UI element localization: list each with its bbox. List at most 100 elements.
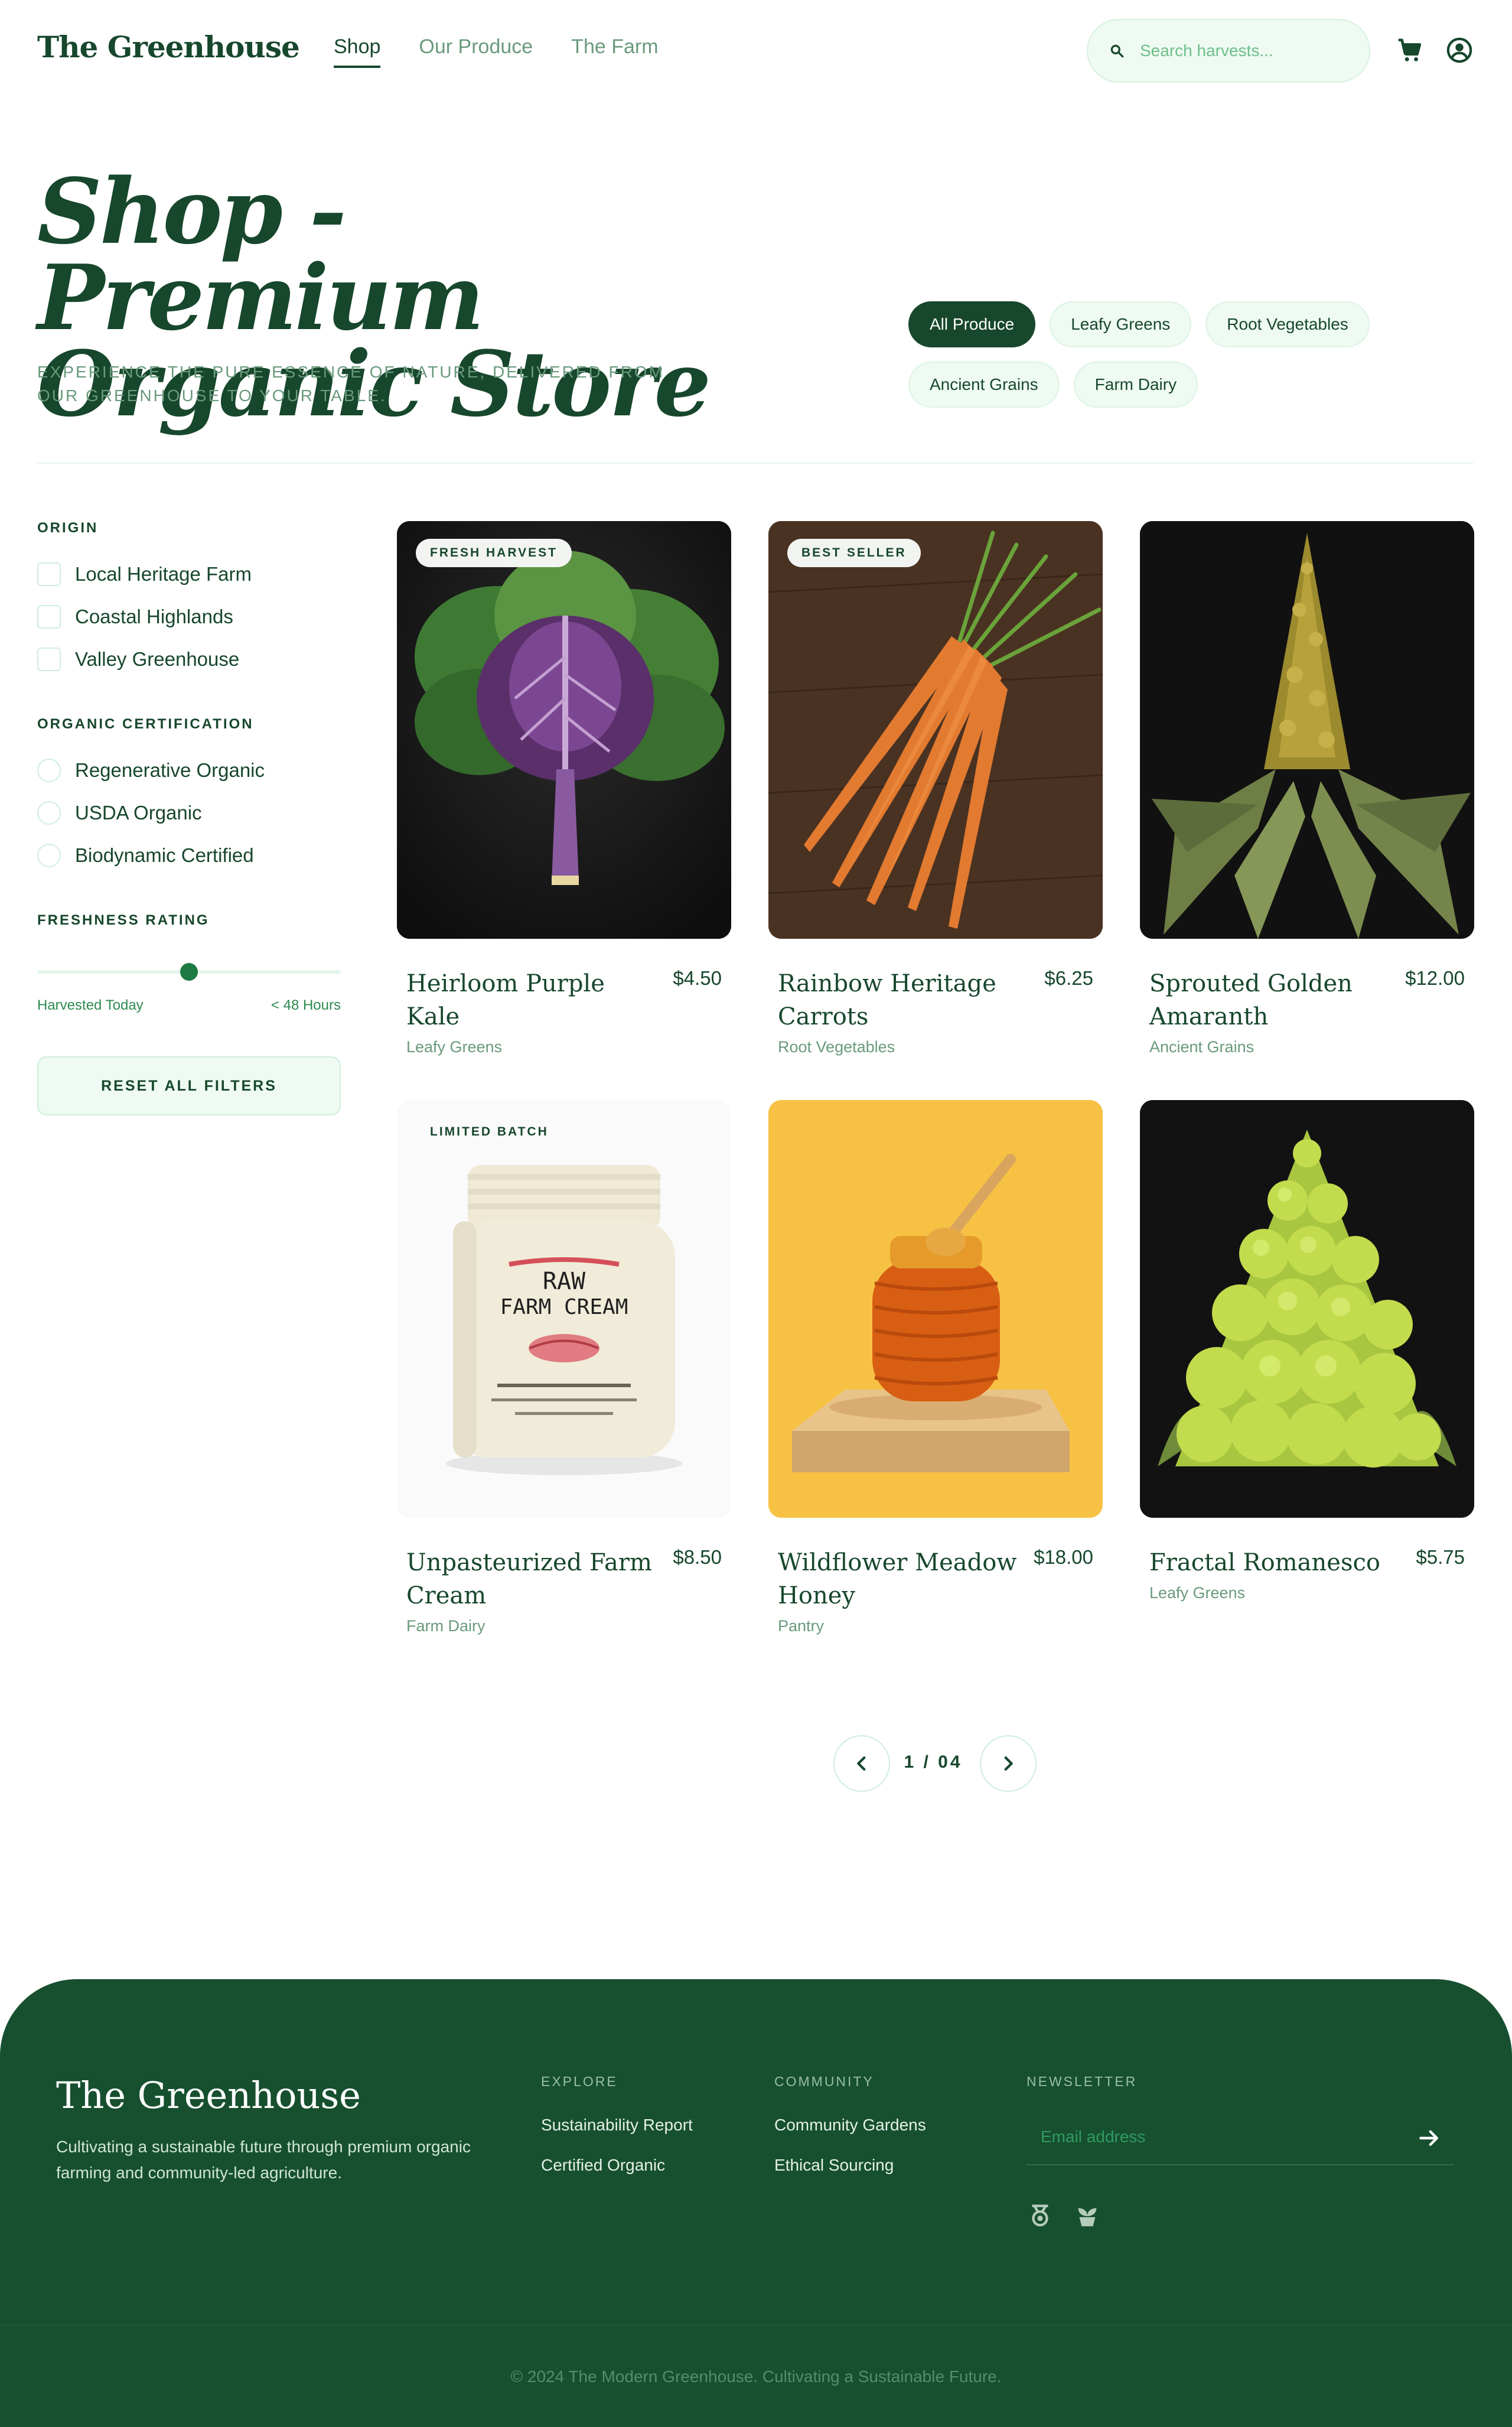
product-price: $6.25: [1044, 967, 1093, 989]
freshness-slider[interactable]: [37, 959, 341, 983]
nav-the-farm[interactable]: The Farm: [571, 35, 658, 68]
footer-community-column: Community Community Gardens Ethical Sour…: [774, 2074, 926, 2175]
product-badge: Best Seller: [787, 539, 921, 567]
product-name[interactable]: Sprouted Golden Amaranth: [1149, 967, 1397, 1033]
kale-illustration: [397, 521, 731, 939]
reset-filters-button[interactable]: Reset All Filters: [37, 1056, 341, 1115]
product-name[interactable]: Rainbow Heritage Carrots: [778, 967, 1026, 1033]
filter-option-origin[interactable]: Local Heritage Farm: [37, 553, 341, 596]
filter-option-certification[interactable]: Biodynamic Certified: [37, 834, 341, 877]
filter-heading-origin: Origin: [37, 520, 99, 536]
romanesco-illustration: [1140, 1100, 1474, 1518]
honey-illustration: [768, 1100, 1103, 1518]
checkbox[interactable]: [37, 562, 61, 586]
radio-button[interactable]: [37, 759, 61, 782]
product-price: $8.50: [673, 1546, 722, 1568]
product-card[interactable]: Sprouted Golden Amaranth $12.00 Ancient …: [1140, 521, 1474, 1056]
chip-ancient-grains[interactable]: Ancient Grains: [908, 362, 1060, 408]
hero-subtitle: Experience the pure essence of nature, d…: [37, 363, 664, 405]
filter-option-origin[interactable]: Valley Greenhouse: [37, 638, 341, 681]
footer-link-community-gardens[interactable]: Community Gardens: [774, 2116, 926, 2135]
search-bar[interactable]: [1087, 19, 1370, 83]
logo[interactable]: The Greenhouse: [37, 30, 300, 64]
search-icon: [1110, 44, 1124, 58]
arrow-right-icon[interactable]: [1416, 2125, 1442, 2151]
filter-heading-certification: Organic Certification: [37, 716, 254, 732]
product-image-cream[interactable]: RAW FARM CREAM Limited Batch: [397, 1100, 731, 1518]
page-title-line-1: Shop - Premium: [37, 158, 484, 350]
footer-newsletter-column: Newsletter: [1027, 2074, 1137, 2090]
chevron-right-icon: [1004, 1756, 1013, 1771]
search-input[interactable]: [1140, 41, 1353, 60]
divider: [37, 463, 1474, 464]
filter-option-label: Biodynamic Certified: [75, 844, 254, 866]
email-field[interactable]: [1041, 2127, 1395, 2146]
checkbox[interactable]: [37, 648, 61, 671]
product-badge: Fresh Harvest: [416, 539, 572, 567]
page-indicator: 1 / 04: [904, 1752, 963, 1772]
copyright: © 2024 The Modern Greenhouse. Cultivatin…: [0, 2325, 1512, 2427]
footer-explore-column: Explore Sustainability Report Certified …: [541, 2074, 693, 2175]
site-footer: The Greenhouse Cultivating a sustainable…: [0, 1979, 1512, 2427]
footer-link-sustainability-report[interactable]: Sustainability Report: [541, 2116, 693, 2135]
filter-option-label: Coastal Highlands: [75, 606, 233, 627]
jar-label-line-2: FARM CREAM: [500, 1295, 628, 1319]
product-image-carrots[interactable]: Best Seller: [768, 521, 1103, 939]
chip-leafy-greens[interactable]: Leafy Greens: [1050, 301, 1192, 347]
product-card[interactable]: Fresh Harvest Heirloom Purple Kale $4.50…: [397, 521, 731, 1056]
next-page-button[interactable]: [980, 1735, 1037, 1792]
footer-description: Cultivating a sustainable future through…: [56, 2138, 471, 2182]
plant-icon[interactable]: [1074, 2202, 1101, 2230]
product-name[interactable]: Wildflower Meadow Honey: [778, 1546, 1026, 1612]
checkbox[interactable]: [37, 605, 61, 629]
product-image-kale[interactable]: Fresh Harvest: [397, 521, 731, 939]
product-category: Leafy Greens: [406, 1038, 503, 1056]
footer-heading-community: Community: [774, 2074, 874, 2089]
slider-min-label: Harvested Today: [37, 997, 144, 1013]
footer-heading-explore: Explore: [541, 2074, 618, 2089]
cart-icon[interactable]: [1396, 37, 1423, 64]
award-icon[interactable]: [1027, 2202, 1054, 2230]
account-icon[interactable]: [1446, 37, 1473, 64]
previous-page-button[interactable]: [833, 1735, 890, 1792]
filter-option-origin[interactable]: Coastal Highlands: [37, 596, 341, 638]
jar-label-line-1: RAW: [543, 1268, 586, 1295]
newsletter-form: [1027, 2118, 1454, 2165]
footer-link-ethical-sourcing[interactable]: Ethical Sourcing: [774, 2156, 926, 2175]
product-image-honey[interactable]: [768, 1100, 1103, 1518]
filter-sidebar: Origin Local Heritage Farm Coastal Highl…: [37, 520, 341, 1115]
filter-option-label: Regenerative Organic: [75, 759, 265, 781]
product-card[interactable]: RAW FARM CREAM Limited Batch Unpasteuriz…: [397, 1100, 731, 1635]
cream-jar-illustration: RAW FARM CREAM: [397, 1100, 731, 1518]
filter-option-certification[interactable]: Regenerative Organic: [37, 749, 341, 792]
footer-link-certified-organic[interactable]: Certified Organic: [541, 2156, 693, 2175]
footer-brand: The Greenhouse: [56, 2074, 361, 2117]
site-header: The Greenhouse Shop Our Produce The Farm: [0, 0, 1512, 100]
product-name[interactable]: Fractal Romanesco: [1149, 1546, 1397, 1579]
product-badge: Limited Batch: [430, 1125, 549, 1138]
chip-root-vegetables[interactable]: Root Vegetables: [1205, 301, 1370, 347]
product-card[interactable]: Fractal Romanesco $5.75 Leafy Greens: [1140, 1100, 1474, 1602]
nav-our-produce[interactable]: Our Produce: [419, 35, 533, 68]
product-price: $5.75: [1416, 1546, 1465, 1568]
chip-farm-dairy[interactable]: Farm Dairy: [1073, 362, 1198, 408]
product-name[interactable]: Heirloom Purple Kale: [406, 967, 654, 1033]
product-card[interactable]: Best Seller Rainbow Heritage Carrots $6.…: [768, 521, 1103, 1056]
product-image-romanesco[interactable]: [1140, 1100, 1474, 1518]
product-card[interactable]: Wildflower Meadow Honey $18.00 Pantry: [768, 1100, 1103, 1635]
product-price: $4.50: [673, 967, 722, 989]
slider-thumb[interactable]: [180, 963, 198, 981]
filter-option-label: Valley Greenhouse: [75, 648, 240, 670]
product-image-amaranth[interactable]: [1140, 521, 1474, 939]
radio-button[interactable]: [37, 801, 61, 825]
chip-all-produce[interactable]: All Produce: [908, 301, 1036, 347]
slider-labels: Harvested Today < 48 Hours: [37, 997, 341, 1014]
footer-heading-newsletter: Newsletter: [1027, 2074, 1138, 2089]
radio-button[interactable]: [37, 844, 61, 867]
filter-option-certification[interactable]: USDA Organic: [37, 792, 341, 834]
chevron-left-icon: [857, 1756, 866, 1771]
product-name[interactable]: Unpasteurized Farm Cream: [406, 1546, 654, 1612]
product-category: Pantry: [778, 1617, 825, 1635]
nav-shop[interactable]: Shop: [334, 35, 381, 68]
product-category: Root Vegetables: [778, 1038, 895, 1056]
